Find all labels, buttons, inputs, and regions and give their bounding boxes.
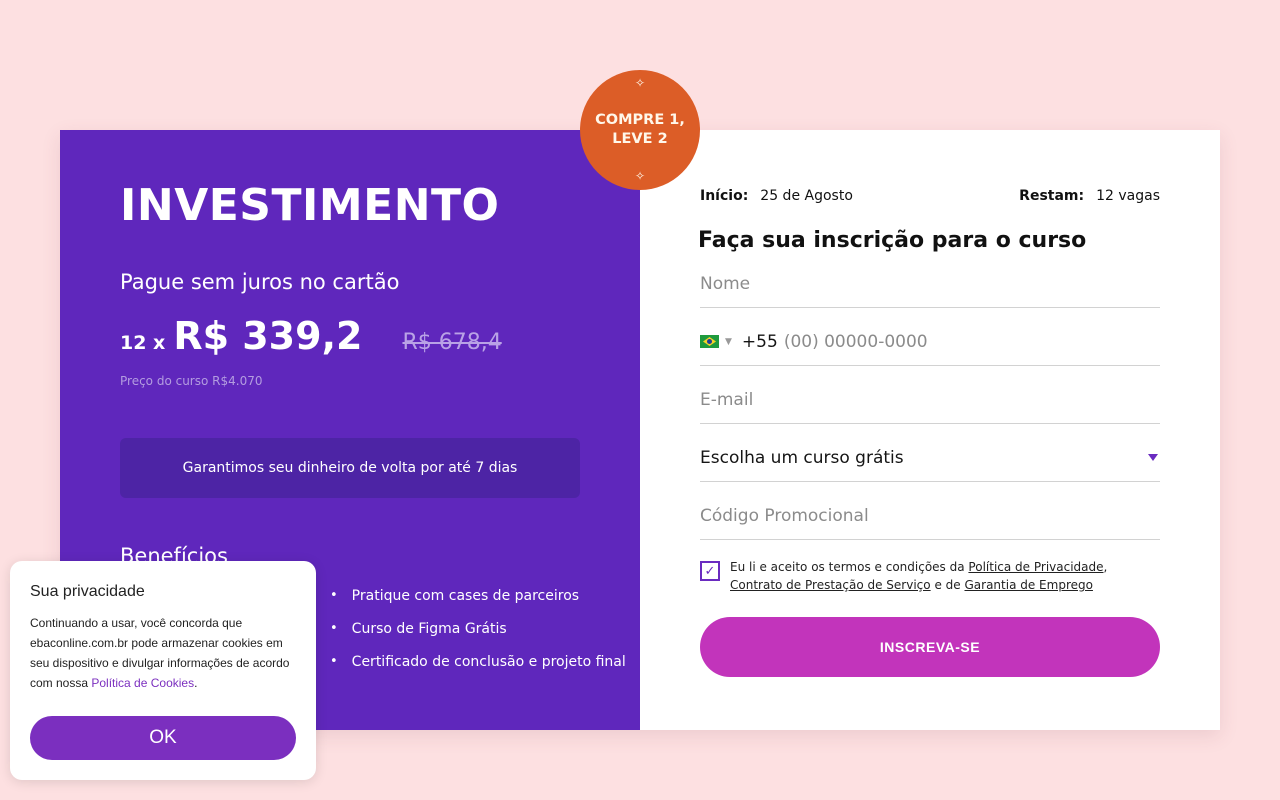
benefit-item: Pratique com cases de parceiros	[330, 586, 626, 605]
phone-country-code: +55	[741, 331, 778, 352]
sparkle-icon: ✧	[634, 169, 646, 183]
signup-button[interactable]: INSCREVA-SE	[700, 617, 1160, 677]
chevron-down-icon[interactable]: ▼	[725, 337, 732, 347]
remaining-spots: Restam: 12 vagas	[1019, 188, 1160, 204]
cookie-text: Continuando a usar, você concorda que eb…	[30, 616, 290, 690]
signup-form-panel: Início: 25 de Agosto Restam: 12 vagas Faça…	[640, 130, 1220, 730]
form-title: Faça sua inscrição para o curso	[698, 228, 1087, 253]
dropdown-arrow-icon[interactable]	[1148, 454, 1158, 461]
investment-title: INVESTIMENTO	[120, 180, 500, 231]
terms-consent: ✓ Eu li e aceito os termos e condições d…	[700, 558, 1160, 594]
promo-badge: ✧ COMPRE 1, LEVE 2 ✧	[580, 70, 700, 190]
sparkle-icon: ✧	[634, 76, 646, 90]
brazil-flag-icon[interactable]	[700, 335, 719, 348]
phone-placeholder: (00) 00000-0000	[783, 331, 928, 352]
course-total-price: Preço do curso R$4.070	[120, 374, 263, 388]
phone-field[interactable]: ▼ +55 (00) 00000-0000	[700, 318, 1160, 366]
installment-price: R$ 339,2	[173, 314, 363, 358]
benefits-list: Pratique com cases de parceiros Curso de…	[330, 586, 626, 685]
installments-count: 12 x	[120, 332, 166, 354]
privacy-policy-link[interactable]: Política de Privacidade	[968, 560, 1103, 574]
email-field[interactable]: E-mail	[700, 376, 1160, 424]
cookie-policy-link[interactable]: Política de Cookies	[91, 676, 194, 690]
old-price: R$ 678,4	[402, 330, 502, 355]
email-placeholder: E-mail	[700, 389, 754, 410]
start-date: Início: 25 de Agosto	[700, 188, 853, 204]
price-row: 12 x R$ 339,2 R$ 678,4	[120, 314, 502, 358]
cookie-ok-button[interactable]: OK	[30, 716, 296, 760]
cookie-title: Sua privacidade	[30, 583, 145, 600]
course-meta: Início: 25 de Agosto Restam: 12 vagas	[700, 188, 1160, 204]
cookie-banner: Sua privacidade Continuando a usar, você…	[10, 561, 316, 780]
terms-checkbox[interactable]: ✓	[700, 561, 720, 581]
money-back-guarantee: Garantimos seu dinheiro de volta por até…	[120, 438, 580, 498]
service-contract-link[interactable]: Contrato de Prestação de Serviço	[730, 578, 931, 592]
badge-line2: LEVE 2	[612, 131, 668, 147]
promo-code-field[interactable]: Código Promocional	[700, 492, 1160, 540]
name-placeholder: Nome	[700, 273, 751, 294]
badge-line1: COMPRE 1,	[595, 112, 685, 128]
employment-guarantee-link[interactable]: Garantia de Emprego	[964, 578, 1092, 592]
terms-text: Eu li e aceito os termos e condições da …	[730, 560, 1108, 592]
promo-code-placeholder: Código Promocional	[700, 505, 869, 526]
free-course-select[interactable]: Escolha um curso grátis	[700, 434, 1160, 482]
benefit-item: Curso de Figma Grátis	[330, 619, 626, 638]
free-course-select-value: Escolha um curso grátis	[700, 447, 904, 468]
payment-subtitle: Pague sem juros no cartão	[120, 270, 400, 294]
benefit-item: Certificado de conclusão e projeto final	[330, 652, 626, 671]
name-field[interactable]: Nome	[700, 260, 1160, 308]
